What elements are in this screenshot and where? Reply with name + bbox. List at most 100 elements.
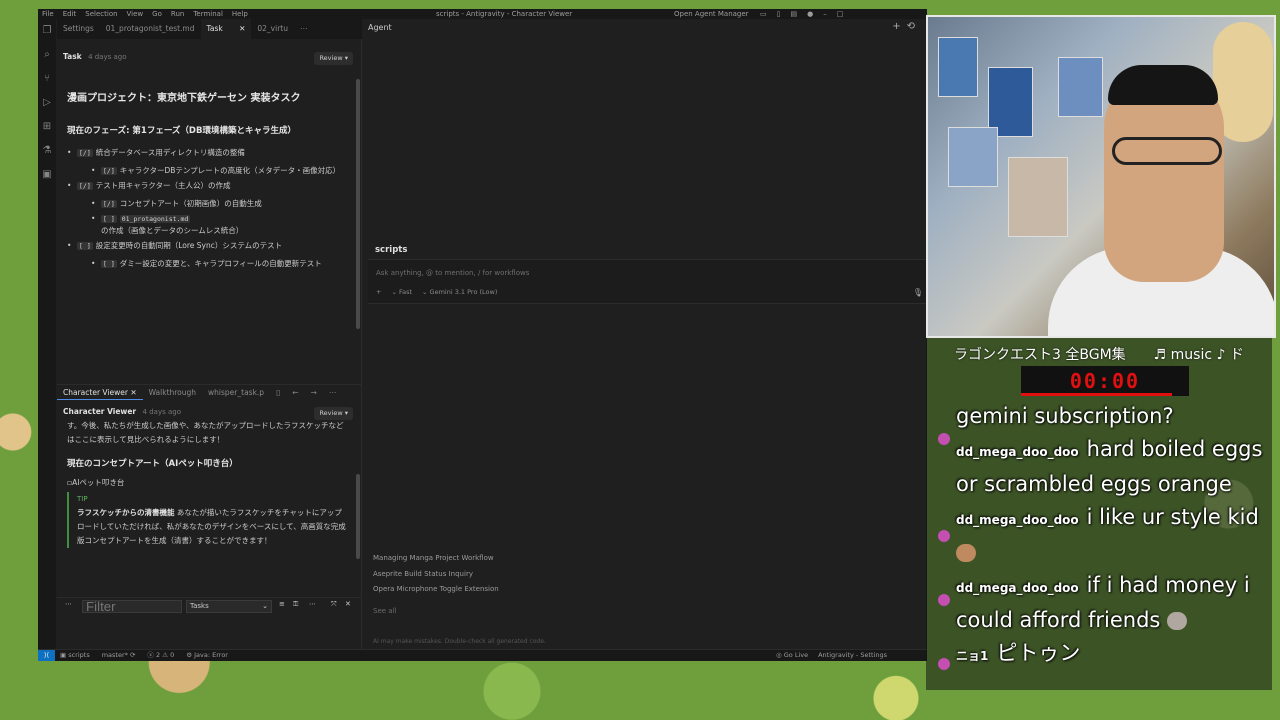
model-select[interactable]: ⌄ Gemini 3.1 Pro (Low) (422, 288, 497, 296)
add-context-icon[interactable]: + (376, 288, 381, 296)
chat-text: ピトゥン (996, 640, 1081, 665)
person-glasses (1112, 137, 1222, 165)
git-branch[interactable]: master* ⟳ (102, 650, 136, 661)
more-icon[interactable]: ⋯ (309, 600, 316, 608)
tasks-filter-bar: ⋯ Tasks ⌄ ≡ ⚿ ⋯ ⤧ ✕ (57, 597, 362, 613)
run-debug-icon[interactable]: ▷ (38, 91, 56, 115)
open-agent-manager-button[interactable]: Open Agent Manager (674, 9, 749, 19)
doc-time: 4 days ago (142, 408, 181, 416)
review-button[interactable]: Review ▾ (314, 52, 353, 65)
stream-chat-overlay: ラゴンクエスト3 全BGM集 ♬ music ♪ ド 00:00 gemini s… (926, 338, 1272, 690)
branch-name: master* (101, 651, 128, 659)
chat-message: ニョ1 ピトゥン (956, 637, 1268, 673)
account-icon[interactable]: ● (807, 9, 813, 19)
agent-panel: Agent +⟲ scripts Ask anything, @ to ment… (363, 19, 927, 649)
maximize-icon[interactable]: □ (837, 9, 844, 19)
chevron-down-icon: ⌄ (262, 602, 268, 610)
item-text: 統合データベース用ディレクトリ構造の整備 (95, 148, 245, 157)
prompt-input[interactable]: Ask anything, @ to mention, / for workfl… (376, 269, 529, 277)
tip-callout: TIP ラフスケッチからの清書機能 あなたが描いたラフスケッチをチャットにアップ… (67, 492, 349, 548)
menu-file[interactable]: File (42, 9, 54, 19)
phase-heading: 現在のフェーズ: 第1フェーズ（DB環境構築とキャラ生成） (67, 126, 296, 136)
problems-status[interactable]: ⓧ 2 ⚠ 0 (147, 650, 174, 661)
menu-go[interactable]: Go (152, 9, 162, 19)
tab-character-viewer-label: Character Viewer (63, 388, 128, 397)
tab-protagonist-test[interactable]: 01_protagonist_test.md (100, 19, 201, 39)
testing-icon[interactable]: ⚗ (38, 139, 56, 163)
prompt-options: + ⌄ Fast ⌄ Gemini 3.1 Pro (Low) (376, 288, 497, 296)
close-icon[interactable]: ✕ (345, 600, 351, 608)
layout-icon[interactable]: ▭ (760, 9, 767, 19)
panel-toggle-icon[interactable]: ▤ (790, 9, 797, 19)
extensions-icon[interactable]: ⊞ (38, 115, 56, 139)
prompt-box[interactable]: Ask anything, @ to mention, / for workfl… (368, 259, 927, 304)
source-control-icon[interactable]: ⑂ (38, 67, 56, 91)
forward-icon[interactable]: → (305, 385, 323, 400)
editor-scrollbar[interactable] (356, 79, 360, 329)
maximize-panel-icon[interactable]: ⤧ (331, 600, 337, 609)
search-icon[interactable]: ⌕ (38, 43, 56, 67)
stream-timer: 00:00 (1021, 366, 1189, 396)
settings-status[interactable]: Antigravity - Settings (818, 650, 887, 661)
close-icon[interactable]: ✕ (130, 388, 136, 397)
recent-item[interactable]: Managing Manga Project Workflow (373, 551, 499, 567)
list-icon[interactable]: ≡ (279, 600, 285, 608)
menu-view[interactable]: View (127, 9, 144, 19)
sidebar-toggle-icon[interactable]: ▯ (777, 9, 781, 19)
mode-select[interactable]: ⌄ Fast (391, 288, 412, 296)
tab-settings[interactable]: Settings (57, 19, 100, 39)
tasks-select[interactable]: Tasks ⌄ (186, 600, 272, 613)
tab-virtu[interactable]: 02_virtu (251, 19, 294, 39)
explorer-icon[interactable]: ❐ (38, 19, 56, 43)
checkbox: [ ] (101, 215, 117, 223)
java-status[interactable]: ⚙ Java: Error (186, 650, 228, 661)
more-icon[interactable]: ⋯ (323, 385, 343, 400)
tab-character-viewer[interactable]: Character Viewer ✕ (57, 385, 143, 400)
user-badge (938, 658, 950, 670)
menu-edit[interactable]: Edit (63, 9, 77, 19)
more-icon[interactable]: ⋯ (65, 600, 72, 608)
history-icon[interactable]: ⟲ (907, 21, 921, 32)
recent-item[interactable]: Opera Microphone Toggle Extension (373, 582, 499, 598)
wall-poster (1008, 157, 1068, 237)
emote-icon (1167, 612, 1188, 630)
lock-icon[interactable]: ⚿ (293, 600, 298, 609)
list-item: [/]キャラクターDBテンプレートの高度化（メタデータ・画像対応） (91, 165, 349, 177)
menu-terminal[interactable]: Terminal (193, 9, 223, 19)
more-tabs-icon[interactable]: ⋯ (294, 19, 314, 39)
go-live-button[interactable]: ◎ Go Live (776, 650, 808, 661)
new-chat-icon[interactable]: + (892, 21, 906, 32)
menu-run[interactable]: Run (171, 9, 184, 19)
tab-whisper-task[interactable]: whisper_task.p (202, 385, 270, 400)
user-badge (938, 433, 950, 445)
split-editor-icon[interactable]: ▯ (270, 385, 286, 400)
see-all-link[interactable]: See all (373, 604, 499, 620)
remote-explorer-icon[interactable]: ▣ (38, 163, 56, 187)
filter-input[interactable] (82, 600, 182, 613)
minimize-icon[interactable]: – (823, 9, 827, 19)
tab-walkthrough[interactable]: Walkthrough (143, 385, 202, 400)
list-item: [/]コンセプトアート（初期画像）の自動生成 (91, 198, 349, 210)
agent-header: Agent (368, 23, 392, 32)
editor-pane: Settings 01_protagonist_test.md Task ✕ 0… (57, 19, 362, 649)
remote-icon[interactable]: ⟩⟨ (38, 650, 55, 661)
viewer-scrollbar[interactable] (356, 474, 360, 559)
checkbox: [/] (101, 200, 117, 208)
back-icon[interactable]: ← (286, 385, 304, 400)
now-playing: ラゴンクエスト3 全BGM集 ♬ music ♪ ド (954, 344, 1244, 364)
workspace-status[interactable]: ▣ scripts (60, 650, 90, 661)
warning-count: 0 (170, 651, 175, 659)
menu-help[interactable]: Help (232, 9, 248, 19)
image-alt-text: AIペット叩き台 (72, 478, 125, 487)
menu-selection[interactable]: Selection (85, 9, 117, 19)
checkbox: [/] (101, 167, 117, 175)
close-icon[interactable]: ✕ (239, 24, 245, 33)
chat-text: gemini subscription? (956, 404, 1174, 428)
tab-task[interactable]: Task ✕ (200, 19, 252, 39)
microphone-icon[interactable]: 🎙 (913, 288, 923, 297)
chat-message: gemini subscription? (956, 400, 1268, 433)
timer-value: 00:00 (1069, 369, 1141, 393)
list-item: [/]統合データベース用ディレクトリ構造の整備 (67, 147, 349, 159)
recent-item[interactable]: Aseprite Build Status Inquiry (373, 567, 499, 583)
chat-messages: gemini subscription? dd_mega_doo_doo hard… (956, 400, 1268, 672)
